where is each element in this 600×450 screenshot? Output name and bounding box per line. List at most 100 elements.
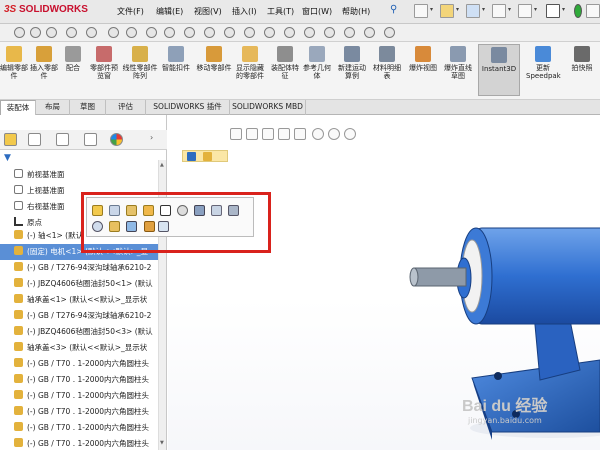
menu-view[interactable]: 视图(V) (194, 6, 222, 17)
new-dropdown-icon[interactable]: ▾ (430, 6, 436, 20)
toolbar-tool-4-icon[interactable] (66, 27, 77, 38)
edit-appearance-icon[interactable] (344, 128, 356, 140)
scroll-down-icon[interactable]: ▼ (160, 440, 166, 446)
tab-evaluate[interactable]: 评估 (106, 100, 146, 115)
toolbar-tool-7-icon[interactable] (126, 27, 137, 38)
open-folder-icon[interactable] (440, 4, 454, 18)
undo-icon[interactable] (518, 4, 532, 18)
show-hidden-button[interactable]: 显示隐藏的零部件 (234, 46, 266, 80)
dimxpert-tab-icon[interactable] (84, 133, 97, 146)
menu-file[interactable]: 文件(F) (117, 6, 144, 17)
update-speedpak-button[interactable]: 更新Speedpak (526, 46, 561, 80)
explode-line-sketch-button[interactable]: 爆炸直线草图 (442, 46, 474, 80)
component-preview-button[interactable]: 零部件预览窗 (88, 46, 120, 80)
mate-button[interactable]: 配合 (60, 46, 86, 72)
toolbar-tool-13-icon[interactable] (244, 27, 255, 38)
tree-item-screw-4[interactable]: (-) GB / T70 . 1-2000内六角圆柱头 (0, 404, 160, 420)
previous-view-icon[interactable] (262, 128, 274, 140)
snapshot-button[interactable]: 拍快照 (566, 46, 598, 72)
toolbar-tool-15-icon[interactable] (284, 27, 295, 38)
menu-edit[interactable]: 编辑(E) (156, 6, 183, 17)
move-component-button[interactable]: 移动零部件 (196, 46, 232, 72)
new-motion-study-button[interactable]: 新建运动算例 (336, 46, 368, 80)
tab-sketch[interactable]: 草图 (70, 100, 106, 115)
options-gear-icon[interactable] (586, 4, 600, 18)
tree-item-screw-3[interactable]: (-) GB / T70 . 1-2000内六角圆柱头 (0, 388, 160, 404)
tree-item-screw-6[interactable]: (-) GB / T70 . 1-2000内六角圆柱头 (0, 436, 160, 450)
configuration-manager-tab-icon[interactable] (56, 133, 69, 146)
save-icon[interactable] (466, 4, 480, 18)
select-arrow-icon[interactable] (546, 4, 560, 18)
tree-item-screw-2[interactable]: (-) GB / T70 . 1-2000内六角圆柱头 (0, 372, 160, 388)
instant3d-button[interactable]: Instant3D (478, 44, 520, 96)
traffic-light-icon[interactable] (574, 4, 582, 18)
smart-fastener-button[interactable]: 智能扣件 (160, 46, 192, 72)
property-manager-tab-icon[interactable] (28, 133, 41, 146)
display-manager-tab-icon[interactable] (110, 133, 123, 146)
open-dropdown-icon[interactable]: ▾ (456, 6, 462, 20)
section-view-icon[interactable] (278, 128, 290, 140)
bom-button[interactable]: 材料明细表 (372, 46, 402, 80)
exploded-view-button[interactable]: 爆炸视图 (408, 46, 438, 72)
toolbar-tool-12-icon[interactable] (224, 27, 235, 38)
zoom-to-fit-icon[interactable] (230, 128, 242, 140)
tree-item-bearing-1[interactable]: (-) GB / T276-94深沟球轴承6210-2 (0, 260, 160, 276)
toolbar-tool-2-icon[interactable] (30, 27, 41, 38)
tree-item-screw-1[interactable]: (-) GB / T70 . 1-2000内六角圆柱头 (0, 356, 160, 372)
tree-item-bearing-cover-1[interactable]: 轴承盖<1> (默认<<默认>_显示状 (0, 292, 160, 308)
tree-item-felt-seal-1[interactable]: (-) JBZQ4606毡圈油封50<1> (默认 (0, 276, 160, 292)
breadcrumb[interactable] (182, 150, 228, 162)
filter-icon[interactable]: ▼ (4, 153, 11, 163)
toolbar-tool-11-icon[interactable] (204, 27, 215, 38)
insert-component-button[interactable]: 插入零部件 (30, 46, 58, 80)
tab-solidworks-addins[interactable]: SOLIDWORKS 插件 (146, 100, 230, 115)
hide-show-icon[interactable] (328, 128, 340, 140)
view-orientation-icon[interactable] (294, 128, 306, 140)
breadcrumb-part-icon[interactable] (203, 152, 212, 161)
toolbar-tool-9-icon[interactable] (164, 27, 175, 38)
menu-help[interactable]: 帮助(H) (342, 6, 370, 17)
toolbar-tool-8-icon[interactable] (146, 27, 157, 38)
toolbar-tool-14-icon[interactable] (264, 27, 275, 38)
tab-solidworks-mbd[interactable]: SOLIDWORKS MBD (230, 100, 306, 115)
toolbar-tool-18-icon[interactable] (344, 27, 355, 38)
tab-assembly[interactable]: 装配体 (0, 100, 36, 115)
tree-item-felt-seal-3[interactable]: (-) JBZQ4606毡圈油封50<3> (默认 (0, 324, 160, 340)
linear-pattern-button[interactable]: 线性零部件阵列 (122, 46, 158, 80)
display-style-icon[interactable] (312, 128, 324, 140)
toolbar-tool-10-icon[interactable] (184, 27, 195, 38)
toolbar-tool-1-icon[interactable] (14, 27, 25, 38)
solidworks-logo[interactable]: 3S SOLIDWORKS (4, 4, 88, 15)
new-document-icon[interactable] (414, 4, 428, 18)
tree-item-front-plane[interactable]: 前视基准面 (0, 167, 160, 183)
scroll-up-icon[interactable]: ▲ (160, 162, 166, 168)
select-dropdown-icon[interactable]: ▾ (562, 6, 568, 20)
pin-icon[interactable]: ⚲ (390, 4, 397, 15)
tree-item-bearing-cover-3[interactable]: 轴承盖<3> (默认<<默认>_显示状 (0, 340, 160, 356)
tab-layout[interactable]: 布局 (36, 100, 70, 115)
breadcrumb-assembly-icon[interactable] (187, 152, 196, 161)
assembly-feature-button[interactable]: 装配体特征 (270, 46, 300, 80)
tree-item-bearing-2[interactable]: (-) GB / T276-94深沟球轴承6210-2 (0, 308, 160, 324)
feature-manager-tab-icon[interactable] (4, 133, 17, 146)
edit-component-button[interactable]: 编辑零部件 (0, 46, 28, 80)
toolbar-tool-6-icon[interactable] (108, 27, 119, 38)
tree-item-screw-5[interactable]: (-) GB / T70 . 1-2000内六角圆柱头 (0, 420, 160, 436)
menu-window[interactable]: 窗口(W) (302, 6, 332, 17)
save-dropdown-icon[interactable]: ▾ (482, 6, 488, 20)
menu-tools[interactable]: 工具(T) (267, 6, 294, 17)
shaft-end (409, 267, 419, 287)
reference-geometry-button[interactable]: 参考几何体 (302, 46, 332, 80)
print-dropdown-icon[interactable]: ▾ (508, 6, 514, 20)
zoom-area-icon[interactable] (246, 128, 258, 140)
panel-expand-icon[interactable]: › (150, 133, 163, 146)
toolbar-tool-5-icon[interactable] (86, 27, 97, 38)
toolbar-tool-20-icon[interactable] (384, 27, 395, 38)
toolbar-tool-19-icon[interactable] (364, 27, 375, 38)
print-icon[interactable] (492, 4, 506, 18)
toolbar-tool-17-icon[interactable] (324, 27, 335, 38)
toolbar-tool-3-icon[interactable] (46, 27, 57, 38)
toolbar-tool-16-icon[interactable] (304, 27, 315, 38)
undo-dropdown-icon[interactable]: ▾ (534, 6, 540, 20)
menu-insert[interactable]: 插入(I) (232, 6, 257, 17)
